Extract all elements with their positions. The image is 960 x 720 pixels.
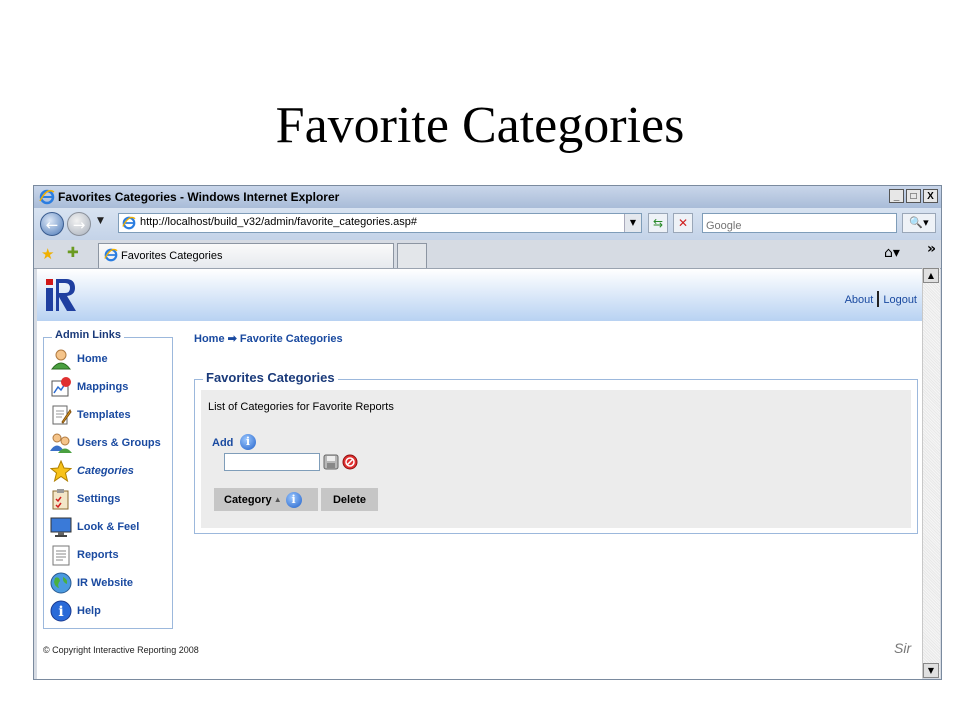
sidebar-item-settings[interactable]: Settings [49, 486, 120, 512]
header-links: About Logout [845, 291, 917, 307]
header-divider [877, 291, 880, 307]
sidebar-item-reports[interactable]: Reports [49, 542, 119, 568]
stop-icon: ✕ [677, 216, 689, 230]
search-button[interactable]: 🔍▾ [902, 213, 936, 233]
home-icon[interactable]: ⌂▾ [884, 245, 900, 261]
panel-description: List of Categories for Favorite Reports [208, 401, 394, 413]
sidebar-item-home[interactable]: Home [49, 346, 108, 372]
history-dropdown-icon[interactable]: ▼ [97, 216, 104, 226]
address-toolbar: ← → ▼ http://localhost/build_v32/admin/f… [34, 208, 941, 240]
breadcrumb: Home ➡ Favorite Categories [194, 332, 343, 345]
delete-header-label: Delete [332, 493, 367, 506]
breadcrumb-home[interactable]: Home [194, 333, 225, 345]
admin-links-panel: Admin Links Home Mappings Templates User… [43, 329, 173, 629]
signature-text: Sir [894, 640, 912, 656]
logout-link[interactable]: Logout [883, 294, 917, 306]
window-title: Favorites Categories - Windows Internet … [58, 190, 340, 204]
svg-text:i: i [58, 604, 63, 620]
copyright-footer: © Copyright Interactive Reporting 2008 [43, 645, 199, 655]
category-header-label: Category [224, 493, 272, 506]
templates-icon [49, 403, 73, 427]
sort-ascending-icon[interactable]: ▲ [274, 495, 282, 504]
chevron-right-icon[interactable]: » [927, 241, 936, 257]
about-link[interactable]: About [845, 294, 874, 306]
address-dropdown-icon[interactable]: ▼ [624, 214, 641, 232]
favorites-categories-panel: Favorites Categories List of Categories … [194, 370, 918, 534]
monitor-icon [49, 515, 73, 539]
tab-bar: ★ ✚ Favorites Categories ⌂▾ » [34, 240, 941, 269]
window-controls: _ □ X [889, 189, 938, 203]
search-box[interactable] [702, 213, 897, 233]
back-arrow-icon: ← [45, 216, 59, 234]
slide-title: Favorite Categories [275, 97, 685, 154]
page-ie-icon [122, 216, 136, 230]
mappings-icon [49, 375, 73, 399]
tab-label: Favorites Categories [121, 250, 223, 262]
delete-column-header: Delete [321, 488, 378, 511]
scroll-up-icon[interactable]: ▲ [923, 268, 939, 283]
page-viewport: About Logout Admin Links Home Mappings Te… [37, 268, 922, 679]
settings-icon [49, 487, 73, 511]
help-icon: i [49, 599, 73, 623]
sidebar-item-help[interactable]: i Help [49, 598, 101, 624]
search-icon: 🔍▾ [909, 216, 929, 229]
admin-links-legend: Admin Links [52, 329, 125, 341]
forward-button[interactable]: → [67, 212, 91, 236]
add-info-icon[interactable]: i [240, 434, 256, 450]
category-info-icon[interactable]: i [285, 491, 302, 508]
cancel-icon[interactable] [342, 454, 358, 470]
sidebar-item-ir-website[interactable]: IR Website [49, 570, 133, 596]
maximize-button[interactable]: □ [906, 189, 921, 203]
ir-logo [46, 279, 76, 311]
tab-ie-icon [104, 248, 118, 262]
globe-icon [49, 571, 73, 595]
refresh-button[interactable]: ⇆ [648, 213, 668, 233]
stop-button[interactable]: ✕ [673, 213, 693, 233]
sidebar-item-mappings[interactable]: Mappings [49, 374, 128, 400]
search-input[interactable] [706, 220, 886, 232]
favorites-star-icon[interactable]: ★ [41, 245, 54, 263]
category-name-input[interactable] [224, 453, 320, 471]
panel-legend: Favorites Categories [203, 370, 338, 385]
close-button[interactable]: X [923, 189, 938, 203]
users-groups-icon [49, 431, 73, 455]
address-url: http://localhost/build_v32/admin/favorit… [140, 216, 418, 228]
browser-window: Favorites Categories - Windows Internet … [33, 185, 942, 680]
title-bar: Favorites Categories - Windows Internet … [34, 186, 941, 208]
back-button[interactable]: ← [40, 212, 64, 236]
save-icon[interactable] [323, 454, 339, 470]
forward-arrow-icon: → [72, 216, 86, 234]
sidebar-item-categories[interactable]: Categories [49, 458, 134, 484]
tab-favorites-categories[interactable]: Favorites Categories [98, 243, 394, 268]
category-column-header[interactable]: Category ▲ i [214, 488, 318, 511]
add-label: Add [212, 437, 234, 449]
site-header: About Logout [37, 269, 922, 321]
refresh-icon: ⇆ [652, 216, 664, 230]
panel-body: List of Categories for Favorite Reports … [201, 390, 911, 528]
user-icon [49, 347, 73, 371]
sidebar-item-look-feel[interactable]: Look & Feel [49, 514, 139, 540]
ie-icon [39, 189, 55, 205]
minimize-button[interactable]: _ [889, 189, 904, 203]
breadcrumb-current: Favorite Categories [239, 333, 343, 345]
scroll-down-icon[interactable]: ▼ [923, 663, 939, 678]
sidebar-item-templates[interactable]: Templates [49, 402, 131, 428]
sidebar-item-users-groups[interactable]: Users & Groups [49, 430, 161, 456]
vertical-scrollbar[interactable]: ▲ ▼ [922, 268, 940, 678]
address-field[interactable]: http://localhost/build_v32/admin/favorit… [118, 213, 642, 233]
breadcrumb-arrow-icon: ➡ [227, 333, 237, 345]
star-icon [49, 459, 73, 483]
add-favorites-icon[interactable]: ✚ [67, 245, 79, 261]
reports-icon [49, 543, 73, 567]
new-tab-button[interactable] [397, 243, 427, 268]
